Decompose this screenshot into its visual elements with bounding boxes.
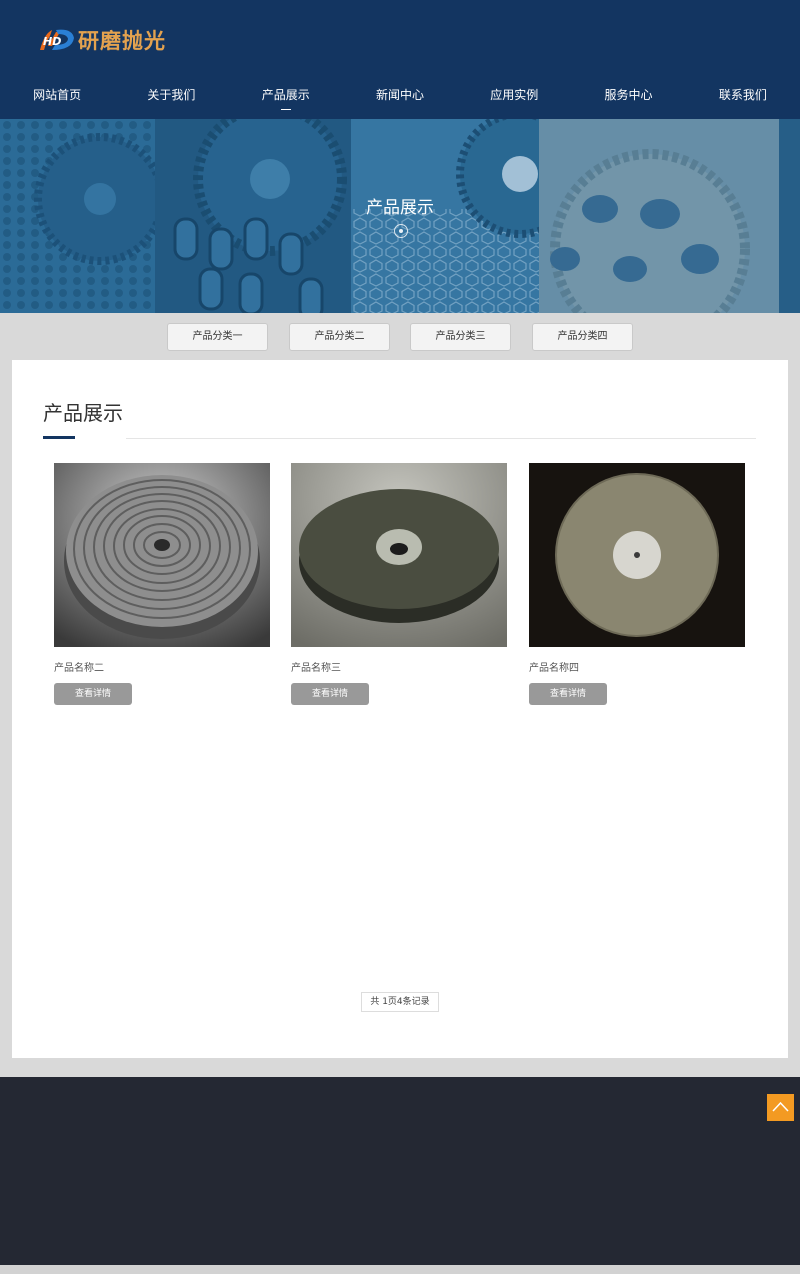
nav-item-cases[interactable]: 应用实例 — [457, 80, 571, 116]
product-name[interactable]: 产品名称二 — [54, 659, 270, 674]
bottom-strip — [0, 1265, 800, 1274]
product-card: 产品名称三 查看详情 — [291, 463, 507, 705]
product-image[interactable] — [54, 463, 270, 647]
view-details-button[interactable]: 查看详情 — [291, 683, 369, 705]
logo-mark-icon: HD — [40, 29, 74, 50]
view-details-button[interactable]: 查看详情 — [529, 683, 607, 705]
section-title: 产品展示 — [43, 401, 123, 425]
nav-item-service[interactable]: 服务中心 — [571, 80, 685, 116]
nav-item-news[interactable]: 新闻中心 — [343, 80, 457, 116]
category-button-4[interactable]: 产品分类四 — [532, 323, 633, 351]
main-nav: 网站首页 关于我们 产品展示 新闻中心 应用实例 服务中心 联系我们 — [0, 80, 800, 116]
banner-slide-indicator[interactable] — [394, 224, 408, 238]
product-image[interactable] — [291, 463, 507, 647]
pagination-info: 共 1页4条记录 — [361, 992, 439, 1012]
site-footer — [0, 1077, 800, 1265]
product-image[interactable] — [529, 463, 745, 647]
logo-mark-text: HD — [43, 35, 61, 48]
product-name[interactable]: 产品名称三 — [291, 659, 507, 674]
nav-item-contact[interactable]: 联系我们 — [686, 80, 800, 116]
category-button-2[interactable]: 产品分类二 — [289, 323, 390, 351]
nav-item-about[interactable]: 关于我们 — [114, 80, 228, 116]
banner-title: 产品展示 — [366, 198, 434, 218]
product-list-panel: 产品展示 产品名称二 查看详情 产品名称三 查看详情 产品名称四 查看详情 共 … — [12, 360, 788, 1058]
category-button-3[interactable]: 产品分类三 — [410, 323, 511, 351]
product-card: 产品名称四 查看详情 — [529, 463, 745, 705]
back-to-top-button[interactable] — [767, 1094, 794, 1121]
site-logo[interactable]: HD 研磨抛光 — [38, 24, 166, 56]
category-button-1[interactable]: 产品分类一 — [167, 323, 268, 351]
chevron-up-icon — [772, 1101, 789, 1112]
product-name[interactable]: 产品名称四 — [529, 659, 745, 674]
logo-text: 研磨抛光 — [78, 29, 166, 53]
title-divider — [126, 438, 756, 439]
title-accent-bar — [43, 436, 75, 439]
category-bar: 产品分类一 产品分类二 产品分类三 产品分类四 — [0, 313, 800, 360]
product-card: 产品名称二 查看详情 — [54, 463, 270, 705]
site-header: HD 研磨抛光 网站首页 关于我们 产品展示 新闻中心 应用实例 服务中心 联系… — [0, 0, 800, 119]
view-details-button[interactable]: 查看详情 — [54, 683, 132, 705]
nav-item-home[interactable]: 网站首页 — [0, 80, 114, 116]
nav-item-products[interactable]: 产品展示 — [229, 80, 343, 116]
